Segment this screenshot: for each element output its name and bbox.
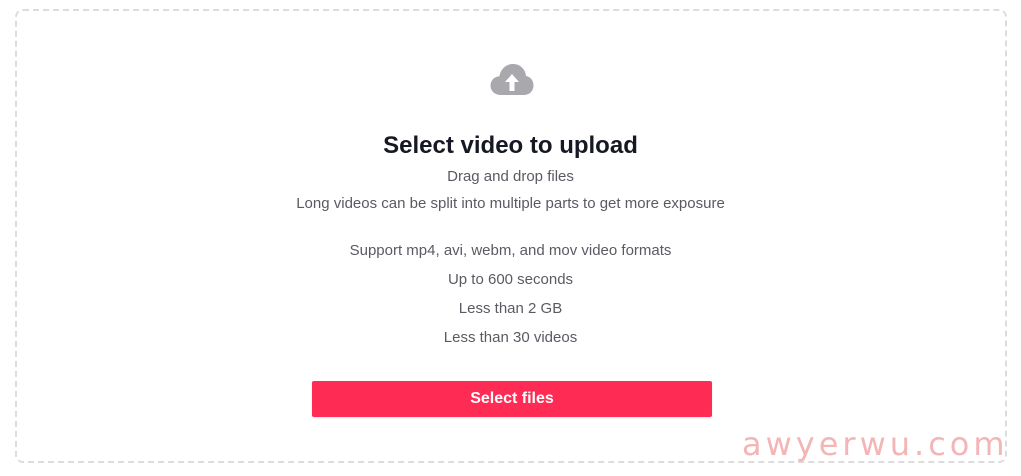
drag-drop-text: Drag and drop files (447, 168, 574, 185)
cloud-upload-icon (490, 64, 534, 95)
size-requirement: Less than 2 GB (458, 300, 563, 317)
watermark-text: awyerwu.com (742, 425, 1009, 463)
select-files-button[interactable]: Select files (312, 381, 712, 417)
format-requirement: Support mp4, avi, webm, and mov video fo… (349, 242, 672, 259)
split-note-text: Long videos can be split into multiple p… (296, 195, 725, 212)
duration-requirement: Up to 600 seconds (447, 271, 574, 288)
upload-title: Select video to upload (383, 132, 638, 159)
count-requirement: Less than 30 videos (443, 329, 578, 346)
